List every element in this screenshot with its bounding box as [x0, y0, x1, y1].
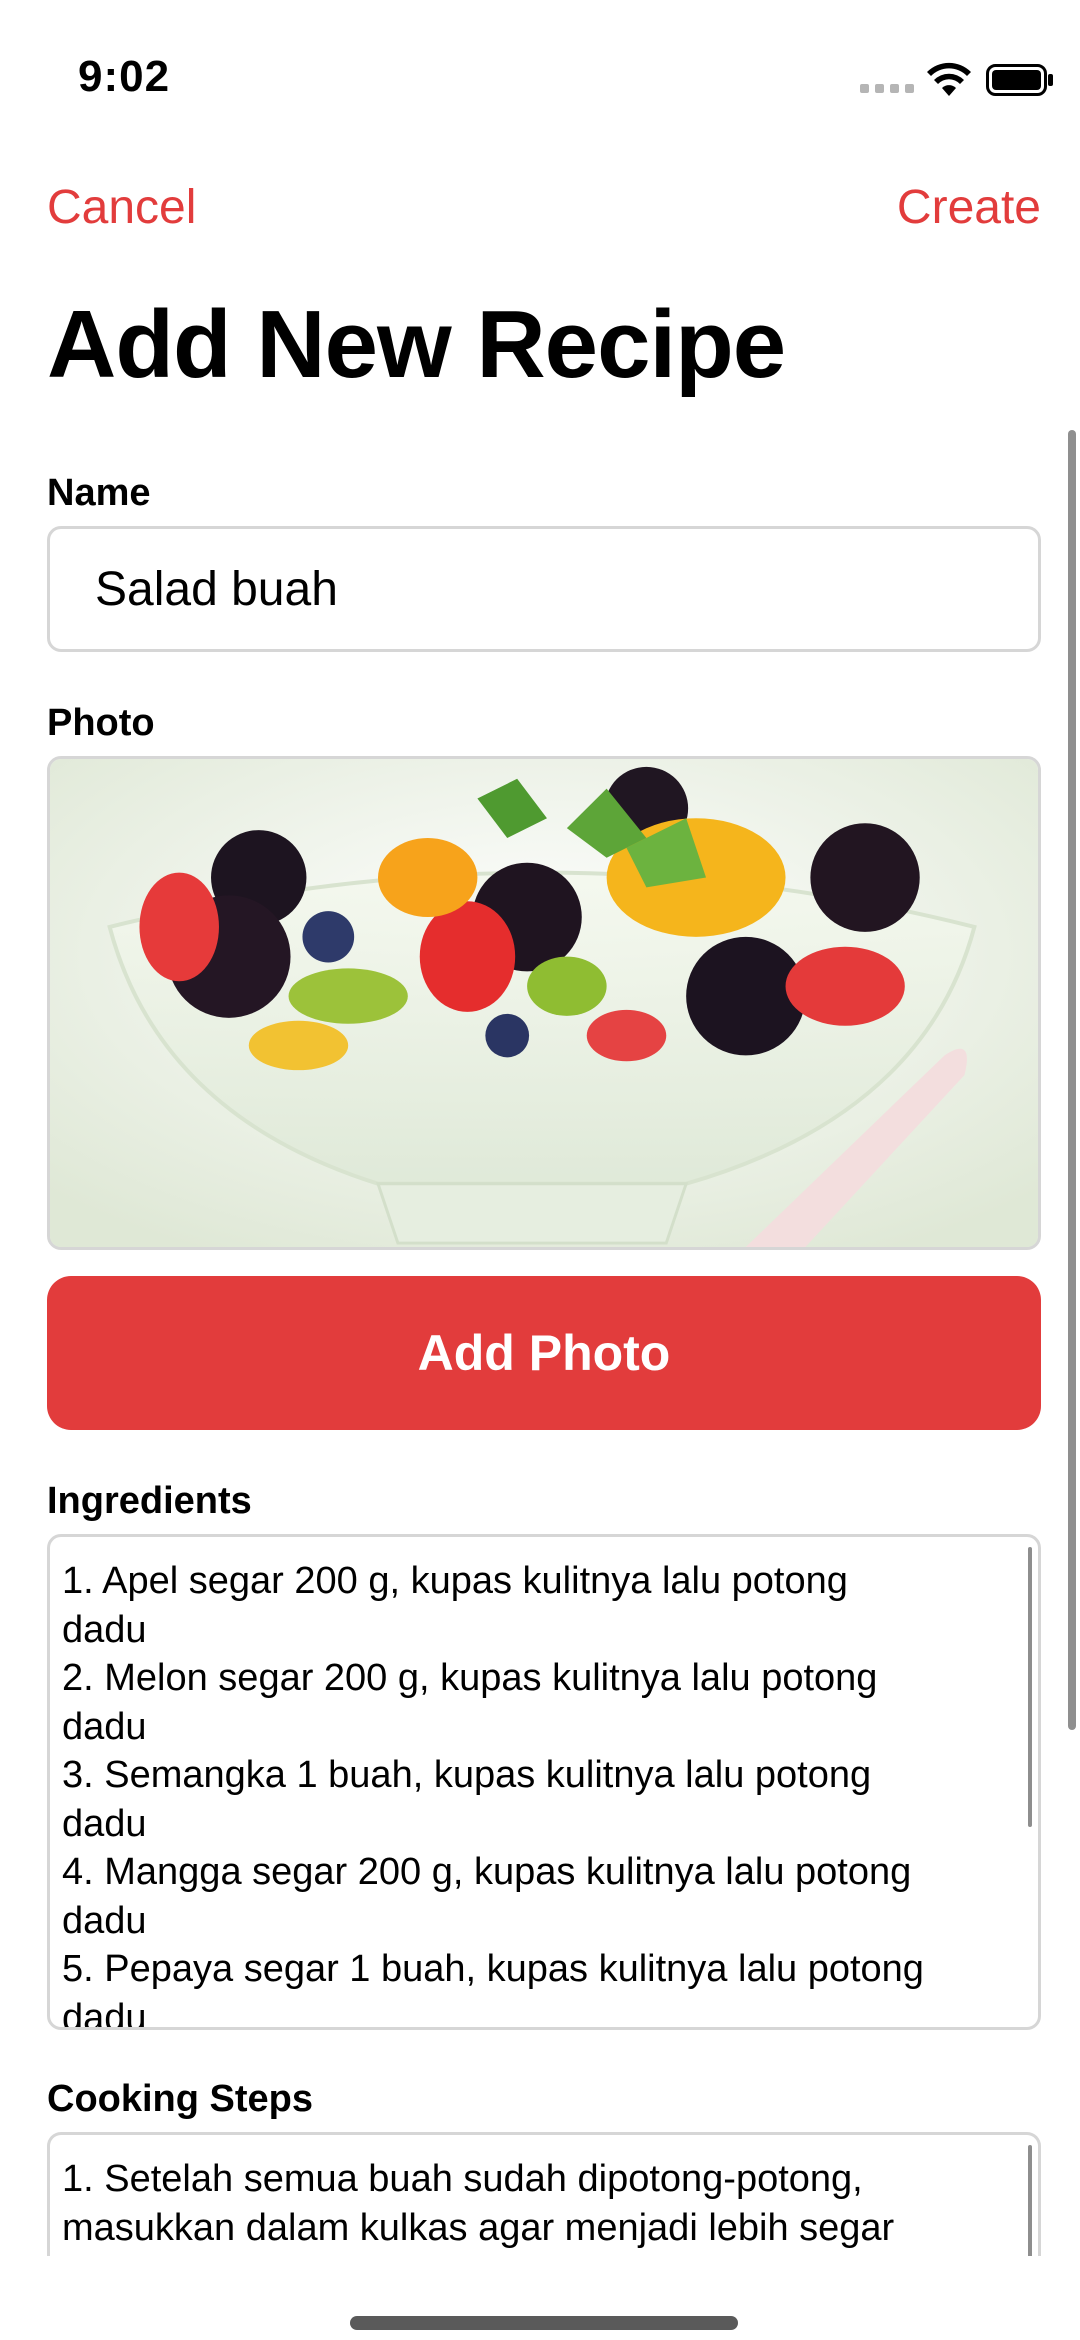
ingredients-line: dadu [62, 1705, 147, 1748]
fruit-salad-image [50, 759, 1038, 1247]
status-time: 9:02 [78, 52, 171, 101]
cooking-steps-textarea[interactable]: 1. Setelah semua buah sudah dipotong-pot… [47, 2132, 1041, 2262]
cancel-button[interactable]: Cancel [47, 180, 196, 235]
ingredients-line: 5. Pepaya segar 1 buah, kupas kulitnya l… [62, 1948, 924, 1990]
recipe-photo [47, 756, 1041, 1250]
ingredients-label: Ingredients [47, 1480, 252, 1522]
ingredients-line: dadu [62, 1608, 147, 1651]
screen: 9:02 Cancel Create Add New Recipe Name S… [0, 0, 1080, 2340]
signal-icon [860, 84, 914, 93]
name-label: Name [47, 472, 151, 514]
ingredients-scrollbar[interactable] [1028, 1547, 1032, 1827]
ingredients-line: 3. Semangka 1 buah, kupas kulitnya lalu … [62, 1754, 872, 1796]
name-input-value: Salad buah [95, 562, 338, 616]
steps-line: masukkan dalam kulkas agar menjadi lebih… [62, 2206, 895, 2249]
steps-line: 1. Setelah semua buah sudah dipotong-pot… [62, 2158, 863, 2200]
ingredients-line: 1. Apel segar 200 g, kupas kulitnya lalu… [62, 1560, 848, 1602]
create-button[interactable]: Create [897, 180, 1041, 235]
steps-scrollbar[interactable] [1028, 2145, 1032, 2262]
ingredients-line: 2. Melon segar 200 g, kupas kulitnya lal… [62, 1657, 878, 1699]
steps-label: Cooking Steps [47, 2078, 314, 2120]
ingredients-line: dadu [62, 1899, 147, 1942]
name-input[interactable]: Salad buah [47, 526, 1041, 652]
status-bar: 9:02 [0, 0, 1080, 150]
battery-icon [986, 64, 1053, 96]
photo-label: Photo [47, 702, 155, 744]
ingredients-line: dadu [62, 1996, 147, 2030]
add-photo-button[interactable]: Add Photo [47, 1276, 1041, 1430]
page-scrollbar[interactable] [1068, 430, 1076, 1730]
wifi-icon [927, 62, 971, 96]
ingredients-line: 4. Mangga segar 200 g, kupas kulitnya la… [62, 1851, 912, 1893]
home-indicator[interactable] [350, 2316, 738, 2330]
page-title: Add New Recipe [47, 291, 786, 398]
ingredients-line: dadu [62, 1802, 147, 1845]
ingredients-textarea[interactable]: 1. Apel segar 200 g, kupas kulitnya lalu… [47, 1534, 1041, 2030]
